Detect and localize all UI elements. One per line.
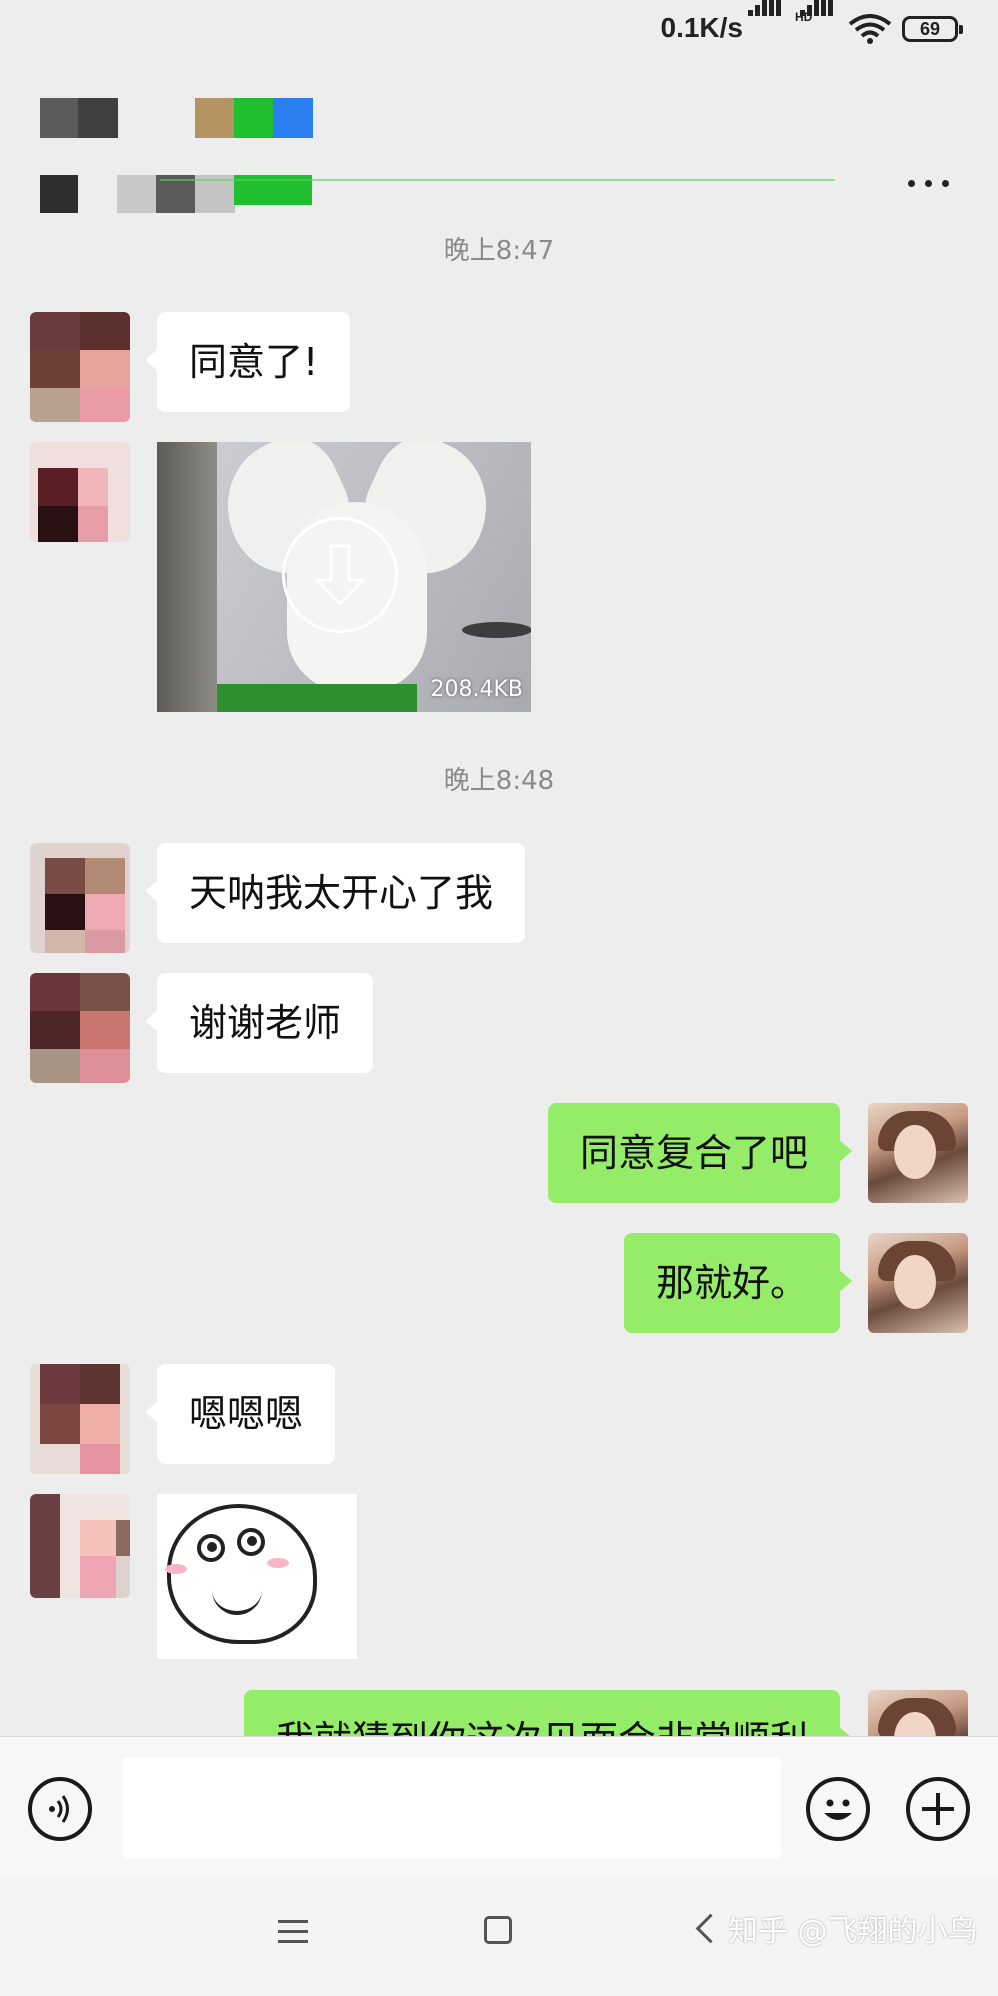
network-speed: 0.1K/s: [660, 12, 744, 43]
message-bubble[interactable]: 同意复合了吧: [547, 1103, 853, 1203]
redacted-block: [40, 175, 78, 213]
contact-avatar[interactable]: [30, 442, 130, 542]
image-content: [157, 442, 217, 712]
wifi-icon: [848, 14, 892, 44]
message-bubble[interactable]: 同意了!: [144, 312, 351, 412]
my-avatar[interactable]: [868, 1233, 968, 1333]
more-dots-icon[interactable]: [904, 168, 954, 198]
image-content: [217, 684, 417, 712]
contact-avatar[interactable]: [30, 843, 130, 953]
redacted-block: [195, 98, 235, 138]
timestamp: 晚上8:48: [443, 766, 555, 796]
timestamp: 晚上8:47: [443, 236, 555, 266]
redacted-contact-name: [40, 98, 80, 138]
image-content: [462, 622, 531, 638]
plus-icon[interactable]: [906, 1777, 970, 1841]
redacted-block: [273, 98, 313, 138]
redacted-block: [234, 98, 274, 138]
watermark: 知乎 @飞翔的小鸟: [728, 1914, 978, 1949]
sticker-eye: [197, 1534, 225, 1562]
sticker-face: [167, 1504, 317, 1644]
redacted-block: [78, 98, 118, 138]
sticker-blush: [267, 1558, 289, 1568]
system-nav-bar: 知乎 @飞翔的小鸟: [0, 1876, 998, 1996]
my-avatar[interactable]: [868, 1103, 968, 1203]
back-icon[interactable]: [695, 1913, 726, 1944]
sticker-eye: [237, 1528, 265, 1556]
message-bubble[interactable]: 谢谢老师: [144, 973, 374, 1073]
contact-avatar[interactable]: [30, 973, 130, 1083]
input-bar: [0, 1736, 998, 1877]
download-icon[interactable]: [282, 517, 398, 633]
message-bubble[interactable]: 那就好。: [623, 1233, 853, 1333]
status-bar: 0.1K/s HD 69: [0, 0, 998, 60]
contact-avatar[interactable]: [30, 1364, 130, 1474]
sticker-blush: [165, 1564, 187, 1574]
message-bubble[interactable]: 嗯嗯嗯: [144, 1364, 336, 1464]
contact-avatar[interactable]: [30, 1494, 130, 1598]
home-icon[interactable]: [484, 1916, 512, 1944]
contact-avatar[interactable]: [30, 312, 130, 422]
header-divider: [160, 179, 835, 181]
message-bubble[interactable]: 天呐我太开心了我: [144, 843, 526, 943]
redacted-block: [117, 175, 157, 213]
message-input[interactable]: [122, 1757, 781, 1859]
battery-icon: 69: [902, 16, 963, 42]
emoji-icon[interactable]: [806, 1777, 870, 1841]
sticker-message[interactable]: [157, 1494, 357, 1659]
file-size-label: 208.4KB: [430, 677, 523, 702]
image-message[interactable]: 208.4KB: [157, 442, 531, 712]
voice-icon[interactable]: [28, 1777, 92, 1841]
menu-icon[interactable]: [278, 1918, 308, 1944]
chat-header: [0, 60, 998, 213]
